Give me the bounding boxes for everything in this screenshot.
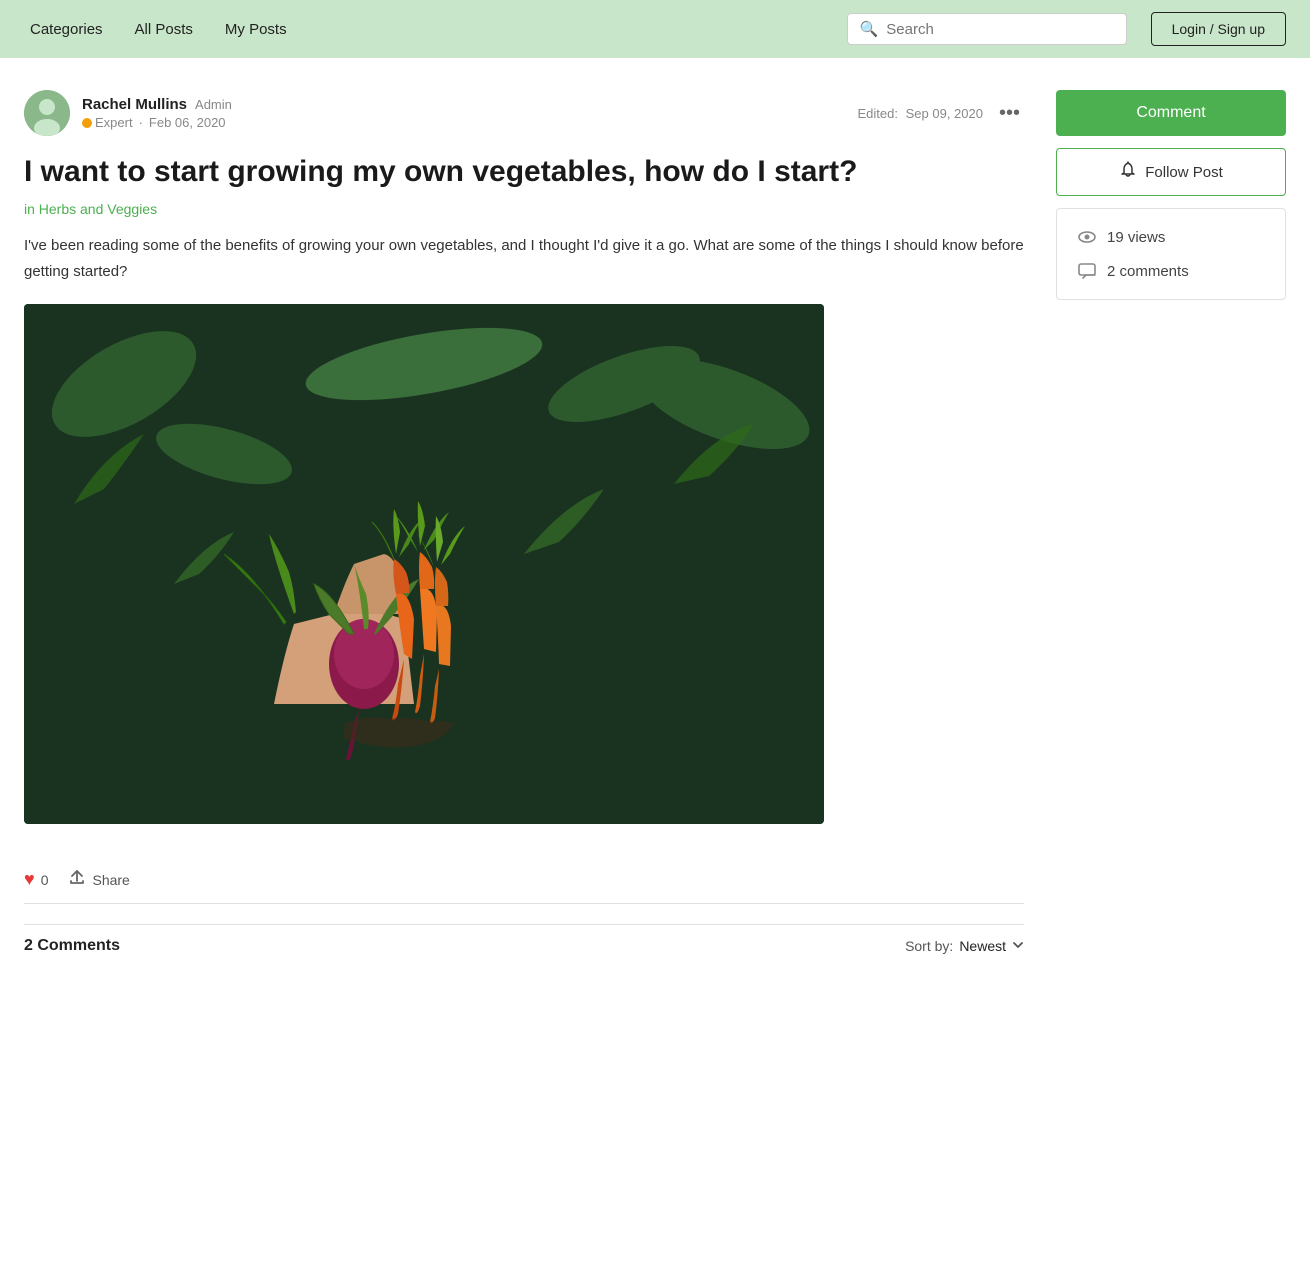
nav-categories[interactable]: Categories [24,17,109,42]
sort-row[interactable]: Sort by: Newest [905,938,1024,954]
chevron-down-icon [1012,939,1024,954]
author-name-row: Rachel Mullins Admin [82,96,232,113]
top-navigation: Categories All Posts My Posts 🔍 Login / … [0,0,1310,58]
share-button[interactable]: Share [68,868,129,891]
stats-box: 19 views 2 comments [1056,208,1286,300]
comments-count-label: 2 Comments [24,937,120,955]
edited-text: Edited: Sep 09, 2020 [858,106,983,121]
edit-row: Edited: Sep 09, 2020 ••• [858,98,1024,129]
heart-icon: ♥ [24,869,35,890]
main-content: Rachel Mullins Admin Expert · Feb 06, 20… [24,90,1024,967]
expert-dot-icon [82,118,92,128]
comments-stat-row: 2 comments [1077,261,1265,281]
search-box: 🔍 [847,13,1127,45]
post-category[interactable]: in Herbs and Veggies [24,201,1024,217]
login-signup-button[interactable]: Login / Sign up [1151,12,1286,46]
like-count: 0 [41,872,49,888]
nav-all-posts[interactable]: All Posts [129,17,199,42]
post-date: Feb 06, 2020 [149,115,226,130]
more-options-button[interactable]: ••• [995,98,1024,129]
like-button[interactable]: ♥ 0 [24,869,48,890]
more-icon: ••• [999,102,1020,125]
author-details: Rachel Mullins Admin Expert · Feb 06, 20… [82,96,232,130]
author-name: Rachel Mullins [82,96,187,113]
post-image [24,304,824,824]
action-row: ♥ 0 Share [24,856,1024,904]
comments-count: 2 comments [1107,263,1189,280]
nav-links: Categories All Posts My Posts [24,17,839,42]
author-row: Rachel Mullins Admin Expert · Feb 06, 20… [24,90,1024,136]
views-count: 19 views [1107,229,1165,246]
bell-icon [1119,161,1137,183]
search-input[interactable] [886,21,1113,38]
follow-post-button[interactable]: Follow Post [1056,148,1286,196]
comments-header: 2 Comments Sort by: Newest [24,924,1024,967]
post-title: I want to start growing my own vegetable… [24,152,1024,191]
author-role: Admin [195,97,232,112]
page-body: Rachel Mullins Admin Expert · Feb 06, 20… [0,58,1310,1007]
share-label: Share [92,872,129,888]
search-icon: 🔍 [860,20,879,38]
author-info: Rachel Mullins Admin Expert · Feb 06, 20… [24,90,232,136]
expert-badge: Expert [82,115,133,130]
comment-button[interactable]: Comment [1056,90,1286,136]
author-meta: Expert · Feb 06, 2020 [82,115,232,130]
share-icon [68,868,86,891]
sort-value: Newest [959,938,1006,954]
eye-icon [1077,227,1097,247]
sort-by-label: Sort by: [905,938,953,954]
nav-my-posts[interactable]: My Posts [219,17,293,42]
sidebar: Comment Follow Post 19 views [1056,90,1286,967]
chat-icon [1077,261,1097,281]
views-stat-row: 19 views [1077,227,1265,247]
avatar [24,90,70,136]
follow-post-label: Follow Post [1145,164,1223,181]
post-body-text: I've been reading some of the benefits o… [24,233,1024,284]
